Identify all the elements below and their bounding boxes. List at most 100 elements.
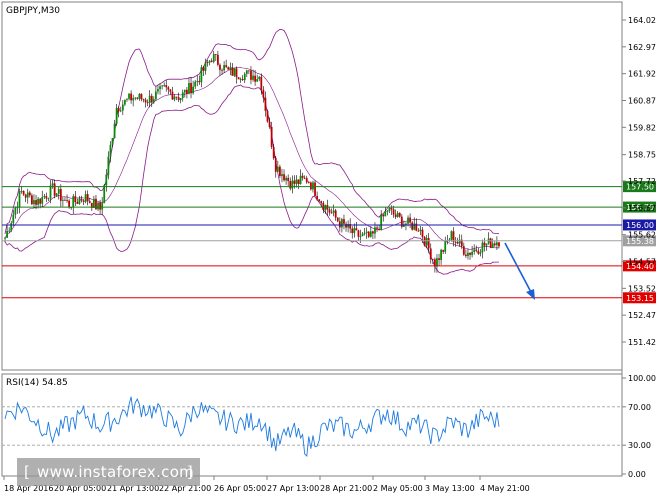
candle-body [264,97,267,111]
price-tick-label: 159.82 [628,123,656,132]
candle-body [283,174,285,181]
candle-body [245,70,248,74]
candle-body [43,196,46,197]
candle-body [53,183,56,196]
candle-body [276,166,279,172]
candle-body [152,99,155,103]
candle-body [68,200,70,208]
candle-body [281,174,283,176]
candle-body [303,177,306,179]
candle-body [380,214,383,230]
chart-window: 157.50 156.70 156.00 155.38 154.40 153.15 164… [0,0,664,498]
candle-body [367,231,370,237]
candle-body [398,212,401,217]
candle-body [64,199,66,201]
candle-body [301,175,304,178]
candle-body [456,242,459,244]
candle-body [318,199,321,202]
chart-canvas: 157.50156.70156.00155.38154.40153.15 164… [1,1,656,493]
candle-body [287,177,290,182]
candle-body [194,81,197,87]
candle-body [212,54,215,62]
candle-body [235,68,238,78]
candle-body [248,70,250,72]
candle-body [37,198,39,205]
level-tag-label: 153.15 [626,294,654,303]
price-tick-label: 161.92 [628,70,656,79]
candle-body [93,198,95,208]
candle-body [6,230,8,238]
candle-body [254,75,256,82]
candle-body [217,54,219,65]
candle-body [462,246,465,255]
candle-body [384,211,387,217]
candle-body [144,99,147,103]
candle-body [382,214,385,217]
candle-body [66,200,68,202]
watermark: [ www.instaforex.com ] [17,458,200,486]
price-tick-label: 160.87 [628,97,656,106]
candle-body [28,192,31,196]
candle-body [95,198,97,210]
candle-body [113,123,116,139]
candle-body [471,251,473,255]
candle-body [49,185,52,199]
price-tick-label: 156.67 [628,204,656,213]
candle-body [97,202,99,210]
candle-body [332,210,335,213]
candle-body [396,212,399,217]
rsi-tick-label: 70.00 [628,403,651,412]
candle-body [336,217,339,222]
candle-body [469,252,471,255]
candle-body [496,242,498,246]
candle-body [293,180,296,184]
candle-body [390,208,393,210]
candle-body [84,194,87,202]
candle-body [47,198,50,200]
candle-body [181,92,184,99]
candle-body [465,254,467,257]
candle-body [214,54,217,55]
candle-body [411,222,414,230]
candle-body [353,228,356,234]
candle-body [483,242,486,246]
candle-body [243,73,246,81]
candle-body [268,121,271,127]
candle-body [148,95,151,103]
candle-body [394,214,397,217]
candle-body [427,238,430,249]
price-tick-label: 151.42 [628,338,656,347]
candle-body [22,190,25,195]
price-levels: 157.50156.70156.00155.38154.40153.15 [2,181,656,304]
candle-body [266,110,269,122]
candle-body [436,258,438,267]
candle-body [475,249,478,251]
candle-body [208,60,211,63]
candle-body [405,223,407,225]
candle-body [417,230,420,232]
candle-body [231,67,234,76]
candle-body [372,231,374,234]
watermark-left-bracket: [ [24,463,31,481]
candle-body [18,191,21,208]
candle-body [188,83,190,94]
price-tick-label: 164.02 [628,16,656,25]
candle-body [386,211,389,212]
candle-body [78,198,81,204]
candle-body [136,97,139,99]
candle-body [10,223,13,231]
candle-body [338,221,341,228]
candle-body [169,89,172,92]
watermark-text: www.instaforex.com [37,463,195,481]
candle-body [82,200,85,202]
candle-body [438,258,440,260]
candle-body [134,97,137,99]
symbol-label: GBPJPY,M30 [6,6,60,16]
price-tick-label: 152.47 [628,311,656,320]
candle-body [256,79,259,82]
candle-body [258,76,261,80]
candle-body [12,214,15,224]
candle-body [481,242,484,253]
candle-body [210,60,213,62]
candle-body [407,217,409,224]
